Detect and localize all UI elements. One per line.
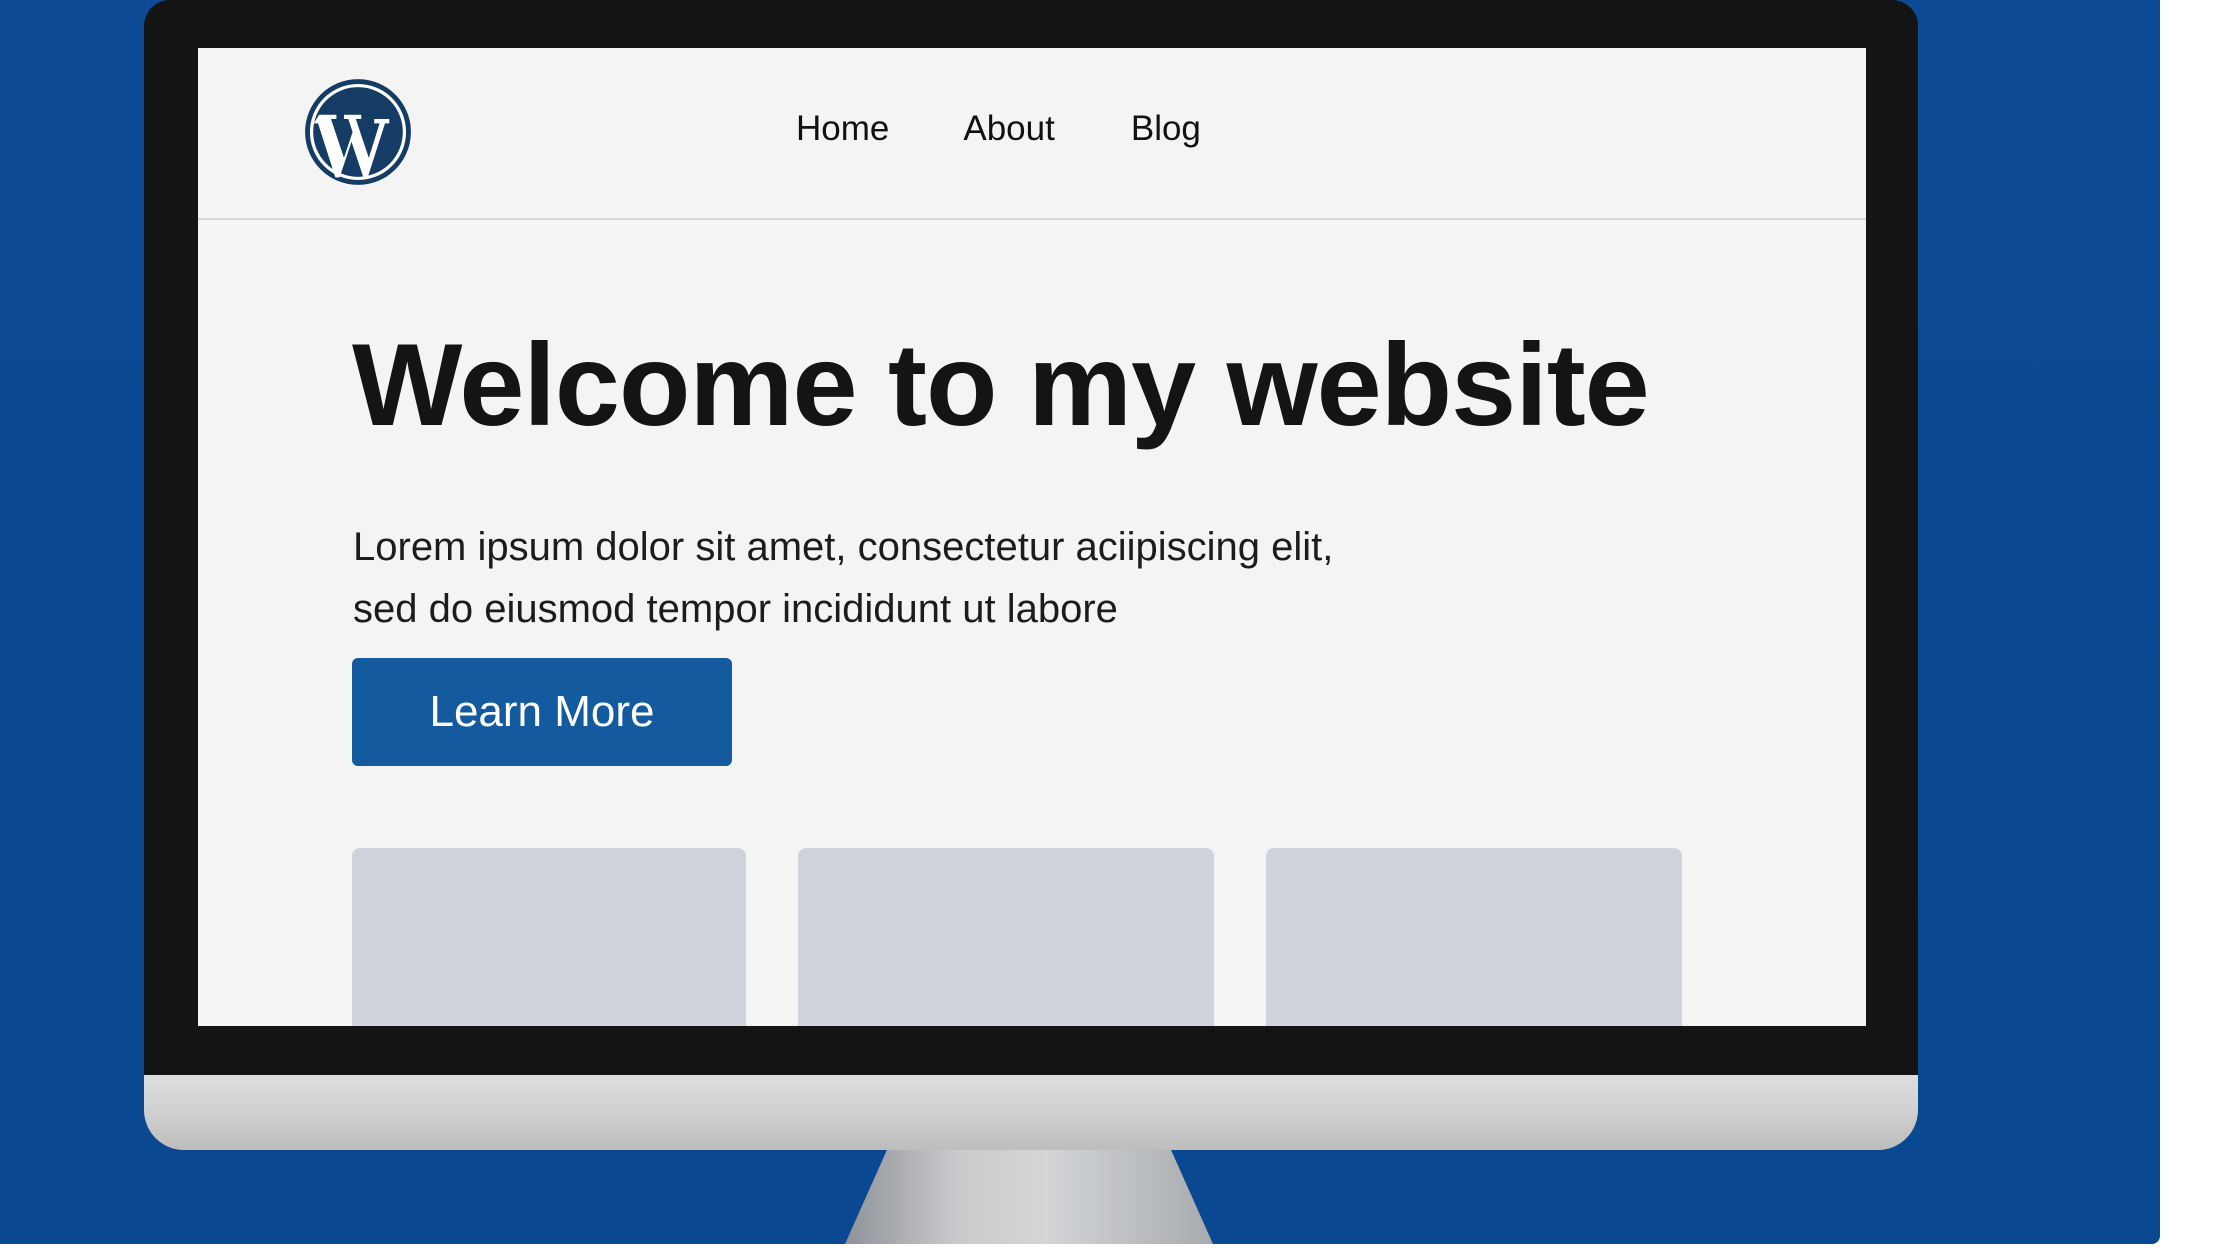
card-placeholder-2	[798, 848, 1214, 1026]
website-screen: Home About Blog Welcome to my website Lo…	[198, 48, 1866, 1026]
card-placeholder-1	[352, 848, 746, 1026]
nav-about-link[interactable]: About	[963, 104, 1054, 154]
site-header: Home About Blog	[198, 48, 1866, 220]
main-nav: Home About Blog	[796, 104, 1201, 154]
nav-blog-link[interactable]: Blog	[1131, 104, 1201, 154]
wordpress-logo-icon[interactable]	[304, 78, 412, 186]
monitor-stand	[845, 1145, 1213, 1244]
hero-text: Lorem ipsum dolor sit amet, consectetur …	[353, 516, 1553, 640]
hero-text-line-2: sed do eiusmod tempor incididunt ut labo…	[353, 587, 1118, 631]
hero-title: Welcome to my website	[352, 319, 1650, 450]
learn-more-button[interactable]: Learn More	[352, 658, 732, 766]
nav-home-link[interactable]: Home	[796, 104, 889, 154]
card-placeholder-3	[1266, 848, 1682, 1026]
hero-text-line-1: Lorem ipsum dolor sit amet, consectetur …	[353, 525, 1334, 569]
